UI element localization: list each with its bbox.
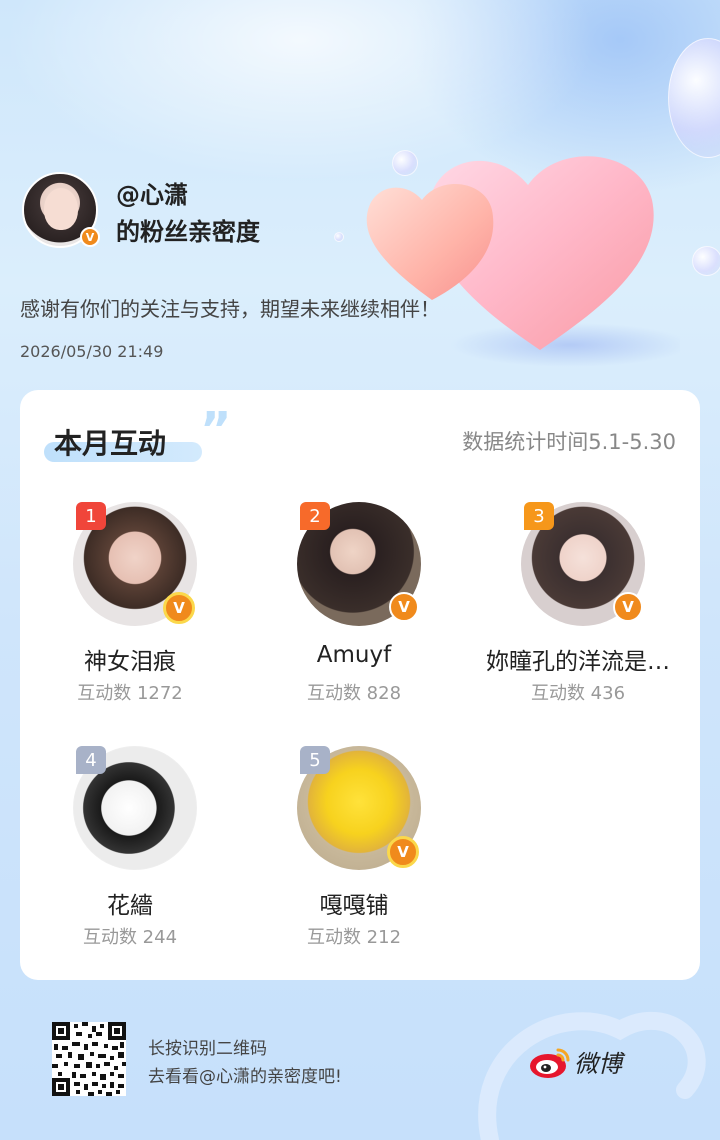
fan-interaction-count: 互动数 244 <box>82 927 178 948</box>
card-title: 本月互动 <box>54 427 167 460</box>
fan-name: 花繬 <box>107 893 153 919</box>
qr-code-icon[interactable] <box>52 1022 126 1096</box>
fan-item[interactable]: 5 V 嘎嘎铺 互动数 212 <box>244 746 464 956</box>
fan-name: 妳瞳孔的洋流是… <box>486 649 670 675</box>
fan-item[interactable]: 3 V 妳瞳孔的洋流是… 互动数 436 <box>468 502 688 712</box>
verified-v-icon: V <box>389 592 419 622</box>
weibo-logo-icon <box>530 1048 570 1078</box>
verified-v-icon: V <box>387 836 419 868</box>
bubble-decoration <box>334 232 344 242</box>
rank-badge: 1 <box>76 502 106 530</box>
verified-v-icon: V <box>163 592 195 624</box>
quote-mark-icon: ” <box>200 402 232 458</box>
timestamp: 2026/05/30 21:49 <box>20 342 164 361</box>
fan-item[interactable]: 1 V 神女泪痕 互动数 1272 <box>20 502 240 712</box>
verified-v-icon: V <box>80 227 100 247</box>
owner-username[interactable]: @心潇 <box>116 175 188 210</box>
rank-badge: 4 <box>76 746 106 774</box>
thanks-message: 感谢有你们的关注与支持，期望未来继续相伴！ <box>20 297 440 321</box>
fan-name: Amuyf <box>316 642 392 668</box>
monthly-interaction-card: 本月互动 ” 数据统计时间5.1-5.30 1 V 神女泪痕 互动数 1272 … <box>20 390 700 980</box>
card-title-area: 本月互动 <box>44 420 204 464</box>
fan-interaction-count: 互动数 828 <box>306 683 402 704</box>
qr-call-to-action: 去看看@心潇的亲密度吧! <box>148 1067 342 1087</box>
rank-badge: 5 <box>300 746 330 774</box>
fan-name: 神女泪痕 <box>84 649 176 675</box>
verified-v-icon: V <box>613 592 643 622</box>
stat-period: 数据统计时间5.1-5.30 <box>462 430 676 454</box>
fan-name: 嘎嘎铺 <box>319 893 389 919</box>
fan-interaction-count: 互动数 212 <box>306 927 402 948</box>
rank-badge: 3 <box>524 502 554 530</box>
page-subtitle: 的粉丝亲密度 <box>116 218 260 246</box>
weibo-brand: 微博 <box>528 1042 648 1082</box>
fan-item[interactable]: 2 V Amuyf 互动数 828 <box>244 502 464 712</box>
qr-instruction: 长按识别二维码 <box>148 1039 267 1059</box>
rank-badge: 2 <box>300 502 330 530</box>
hearts-illustration <box>366 156 680 367</box>
footer: 长按识别二维码 去看看@心潇的亲密度吧! 微博 <box>0 990 720 1140</box>
fan-interaction-count: 互动数 1272 <box>77 683 183 704</box>
fan-item[interactable]: 4 花繬 互动数 244 <box>20 746 240 956</box>
brand-name: 微博 <box>574 1050 622 1078</box>
fan-interaction-count: 互动数 436 <box>530 683 626 704</box>
bubble-decoration <box>692 246 720 276</box>
